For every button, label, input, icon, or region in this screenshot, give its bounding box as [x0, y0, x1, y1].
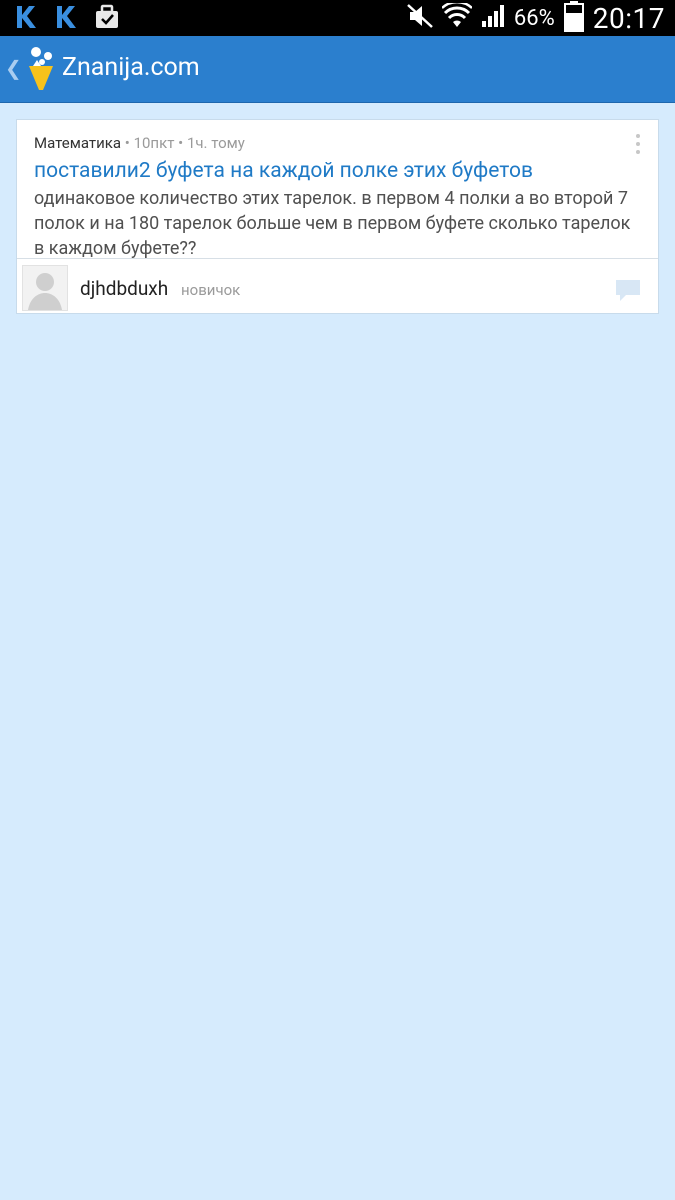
signal-icon: [480, 3, 506, 33]
wifi-icon: [441, 0, 473, 33]
vk-icon: [14, 3, 40, 31]
question-title[interactable]: поставили2 буфета на каждой полке этих б…: [34, 159, 533, 183]
vk-icon: [54, 3, 80, 31]
app-title[interactable]: Znanija.com: [62, 53, 200, 82]
meta-separator: •: [178, 134, 184, 152]
znanija-logo-icon[interactable]: [24, 44, 58, 92]
clock: 20:17: [592, 1, 665, 35]
back-chevron-icon[interactable]: ❮: [5, 56, 22, 80]
meta-separator: •: [124, 134, 130, 152]
question-card[interactable]: Математика • 10пкт • 1ч. тому поставили2…: [16, 119, 659, 314]
comment-icon[interactable]: [615, 277, 641, 303]
author-rank: новичок: [181, 281, 241, 299]
question-meta: Математика • 10пкт • 1ч. тому: [34, 134, 245, 152]
status-bar: 66% 20:17: [0, 0, 675, 36]
avatar[interactable]: [22, 265, 68, 311]
battery-icon: [563, 0, 585, 36]
points-label: 10пкт: [133, 134, 175, 152]
question-body: одинаковое количество этих тарелок. в пе…: [34, 188, 631, 259]
divider: [17, 258, 658, 259]
app-bar: ❮ Znanija.com: [0, 36, 675, 103]
author-name[interactable]: djhdbduxh: [80, 277, 168, 300]
more-options-icon[interactable]: [636, 134, 640, 158]
mute-icon: [406, 3, 434, 33]
battery-percent: 66%: [513, 5, 555, 31]
time-ago-label: 1ч. тому: [186, 134, 245, 152]
briefcase-icon: [94, 3, 120, 31]
subject-label[interactable]: Математика: [34, 134, 121, 152]
